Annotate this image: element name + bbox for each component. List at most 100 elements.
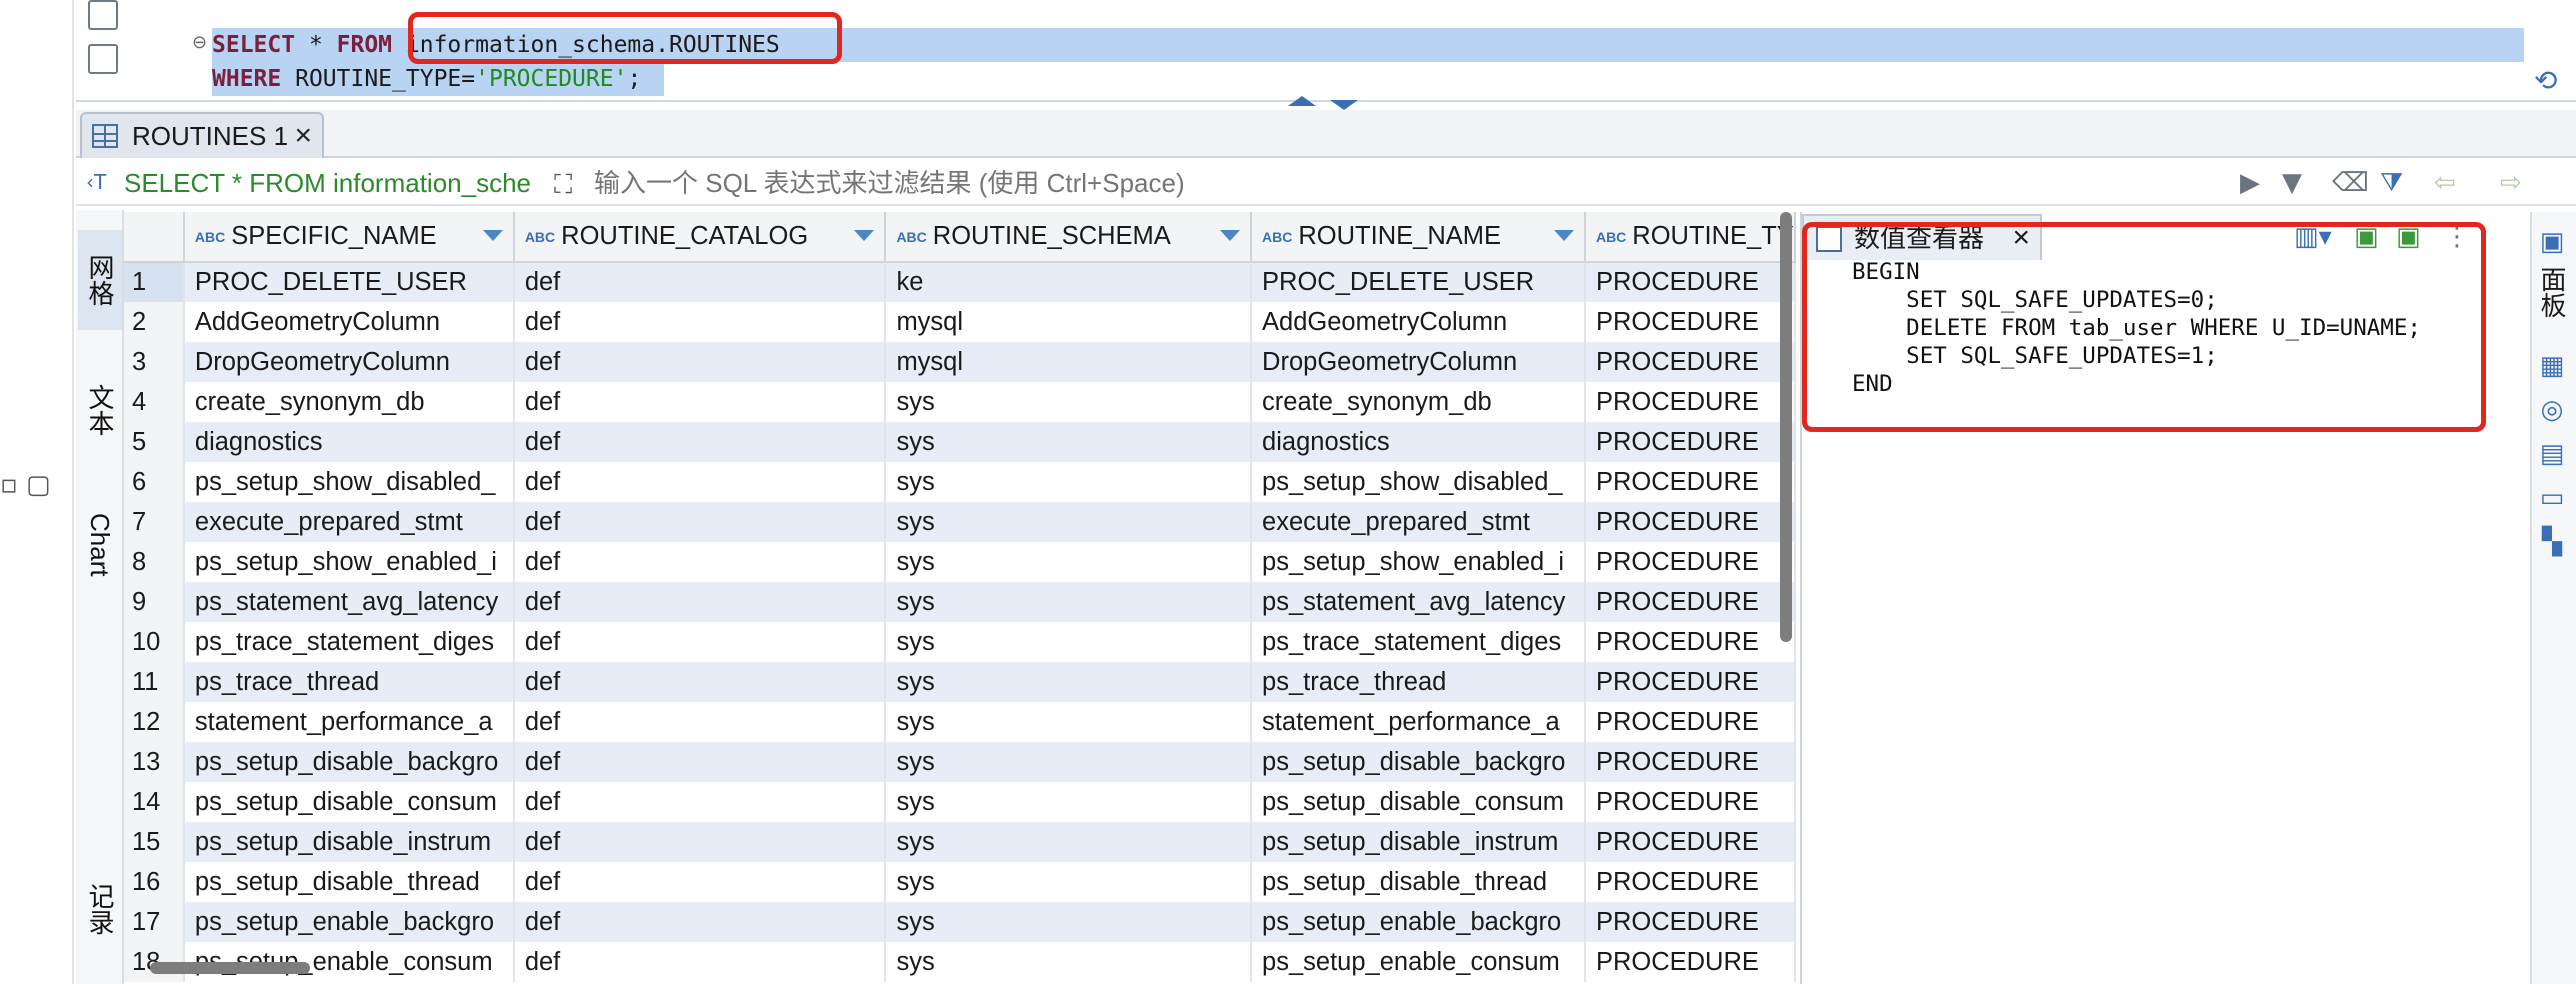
table-cell[interactable]: sys: [885, 422, 1253, 462]
row-number[interactable]: 4: [124, 382, 185, 422]
table-row[interactable]: 6 ps_setup_show_disabled_ def sys ps_setup_s…: [124, 462, 1796, 502]
row-number[interactable]: 3: [124, 342, 185, 382]
table-cell[interactable]: PROCEDURE: [1584, 582, 1796, 622]
table-row[interactable]: 10 ps_trace_statement_diges def sys ps_trace…: [124, 622, 1796, 662]
table-cell[interactable]: def: [513, 382, 887, 422]
table-cell[interactable]: mysql: [885, 302, 1253, 342]
table-cell[interactable]: def: [513, 902, 887, 942]
book-icon[interactable]: ▥▾: [2294, 222, 2332, 252]
table-cell[interactable]: def: [513, 462, 887, 502]
table-cell[interactable]: PROCEDURE: [1584, 622, 1796, 662]
panels-label[interactable]: 面板: [2534, 266, 2571, 318]
table-row[interactable]: 8 ps_setup_show_enabled_i def sys ps_setup_s…: [124, 542, 1796, 582]
layout-icon[interactable]: ▭: [2536, 482, 2568, 514]
sort-icon[interactable]: [1553, 230, 1574, 241]
table-row[interactable]: 14 ps_setup_disable_consum def sys ps_setup_…: [124, 782, 1796, 822]
column-header[interactable]: ABC ROUTINE_NAME: [1251, 212, 1586, 263]
close-icon[interactable]: ×: [2012, 216, 2030, 260]
filter-icon[interactable]: ⧩: [2380, 164, 2403, 202]
panels-icon[interactable]: ▣: [2536, 226, 2568, 258]
table-cell[interactable]: ps_setup_enable_consum: [1251, 942, 1586, 982]
table-cell[interactable]: PROCEDURE: [1584, 702, 1796, 742]
table-cell[interactable]: AddGeometryColumn: [1251, 302, 1586, 342]
value-viewer-content[interactable]: BEGIN SET SQL_SAFE_UPDATES=0; DELETE FRO…: [1852, 258, 2421, 398]
table-cell[interactable]: PROCEDURE: [1584, 662, 1796, 702]
table-cell[interactable]: ps_setup_enable_backgro: [183, 902, 515, 942]
table-cell[interactable]: PROCEDURE: [1584, 342, 1796, 382]
row-number[interactable]: 15: [124, 822, 185, 862]
table-cell[interactable]: ps_setup_disable_consum: [1251, 782, 1586, 822]
table-cell[interactable]: ps_statement_avg_latency: [1251, 582, 1586, 622]
table-cell[interactable]: DropGeometryColumn: [183, 342, 515, 382]
table-cell[interactable]: sys: [885, 782, 1253, 822]
table-cell[interactable]: diagnostics: [183, 422, 515, 462]
column-header[interactable]: ABC ROUTINE_TY: [1584, 212, 1796, 263]
filter-sql-preview[interactable]: SELECT * FROM information_sche: [124, 164, 574, 202]
apply-filter-icon[interactable]: ▶: [2240, 164, 2260, 202]
sql-line-2[interactable]: WHERE ROUTINE_TYPE='PROCEDURE';: [212, 62, 664, 96]
table-cell[interactable]: def: [513, 582, 887, 622]
table-cell[interactable]: statement_performance_a: [1251, 702, 1586, 742]
table-cell[interactable]: sys: [885, 902, 1253, 942]
table-cell[interactable]: ps_setup_disable_backgro: [1251, 742, 1586, 782]
row-number[interactable]: 7: [124, 502, 185, 542]
table-cell[interactable]: ps_trace_statement_diges: [183, 622, 515, 662]
column-header[interactable]: ABC ROUTINE_CATALOG: [513, 212, 887, 263]
table-cell[interactable]: ps_setup_show_enabled_i: [183, 542, 515, 582]
row-number[interactable]: 9: [124, 582, 185, 622]
results-grid[interactable]: ABC SPECIFIC_NAME ABC ROUTINE_CATALOG ABC R…: [124, 212, 1796, 984]
table-cell[interactable]: sys: [885, 582, 1253, 622]
table-cell[interactable]: PROCEDURE: [1584, 902, 1796, 942]
close-icon[interactable]: ×: [294, 114, 312, 158]
filter-input[interactable]: [554, 164, 2214, 202]
table-row[interactable]: 12 statement_performance_a def sys statement…: [124, 702, 1796, 742]
calendar-icon[interactable]: ▦: [2536, 350, 2568, 382]
table-cell[interactable]: def: [513, 502, 887, 542]
tab-records[interactable]: 记录: [78, 864, 122, 954]
row-number[interactable]: 8: [124, 542, 185, 582]
collapse-icon[interactable]: ▫: [0, 470, 18, 500]
table-cell[interactable]: create_synonym_db: [183, 382, 515, 422]
grid-horizontal-scrollbar[interactable]: [150, 962, 310, 974]
table-cell[interactable]: ps_setup_enable_backgro: [1251, 902, 1586, 942]
table-cell[interactable]: sys: [885, 702, 1253, 742]
table-cell[interactable]: ps_setup_disable_consum: [183, 782, 515, 822]
table-cell[interactable]: def: [513, 302, 887, 342]
sql-line-1[interactable]: SELECT * FROM information_schema.ROUTINE…: [212, 28, 2524, 62]
table-row[interactable]: 4 create_synonym_db def sys create_synonym_d…: [124, 382, 1796, 422]
table-cell[interactable]: def: [513, 702, 887, 742]
table-cell[interactable]: def: [513, 782, 887, 822]
collapse-up-icon[interactable]: [1288, 96, 1316, 106]
table-cell[interactable]: PROCEDURE: [1584, 542, 1796, 582]
table-cell[interactable]: sys: [885, 622, 1253, 662]
table-row[interactable]: 3 DropGeometryColumn def mysql DropGeometryC…: [124, 342, 1796, 382]
grid-vertical-scrollbar[interactable]: [1780, 212, 1792, 642]
table-cell[interactable]: def: [513, 342, 887, 382]
table-cell[interactable]: sys: [885, 862, 1253, 902]
row-number[interactable]: 10: [124, 622, 185, 662]
table-row[interactable]: 5 diagnostics def sys diagnostics PROCEDURE: [124, 422, 1796, 462]
table-row[interactable]: 16 ps_setup_disable_thread def sys ps_setup_…: [124, 862, 1796, 902]
forward-icon[interactable]: ⇨: [2500, 164, 2522, 202]
table-cell[interactable]: mysql: [885, 342, 1253, 382]
table-cell[interactable]: PROCEDURE: [1584, 862, 1796, 902]
table-cell[interactable]: execute_prepared_stmt: [183, 502, 515, 542]
column-header[interactable]: ABC SPECIFIC_NAME: [183, 212, 515, 263]
table-cell[interactable]: def: [513, 542, 887, 582]
value-viewer-tab[interactable]: 数值查看器 ×: [1802, 214, 2042, 260]
table-cell[interactable]: sys: [885, 662, 1253, 702]
table-row[interactable]: 2 AddGeometryColumn def mysql AddGeometryCol…: [124, 302, 1796, 342]
table-cell[interactable]: ps_setup_show_disabled_: [183, 462, 515, 502]
table-cell[interactable]: PROC_DELETE_USER: [1251, 262, 1586, 302]
table-cell[interactable]: diagnostics: [1251, 422, 1586, 462]
table-cell[interactable]: def: [513, 822, 887, 862]
run-icon[interactable]: ⟲: [2534, 64, 2557, 97]
table-cell[interactable]: ps_setup_disable_instrum: [183, 822, 515, 862]
row-number[interactable]: 11: [124, 662, 185, 702]
table-cell[interactable]: PROC_DELETE_USER: [183, 262, 515, 302]
table-row[interactable]: 13 ps_setup_disable_backgro def sys ps_setup…: [124, 742, 1796, 782]
table-cell[interactable]: def: [513, 742, 887, 782]
tab-chart[interactable]: Chart: [78, 490, 122, 600]
table-cell[interactable]: sys: [885, 942, 1253, 982]
row-number[interactable]: 16: [124, 862, 185, 902]
